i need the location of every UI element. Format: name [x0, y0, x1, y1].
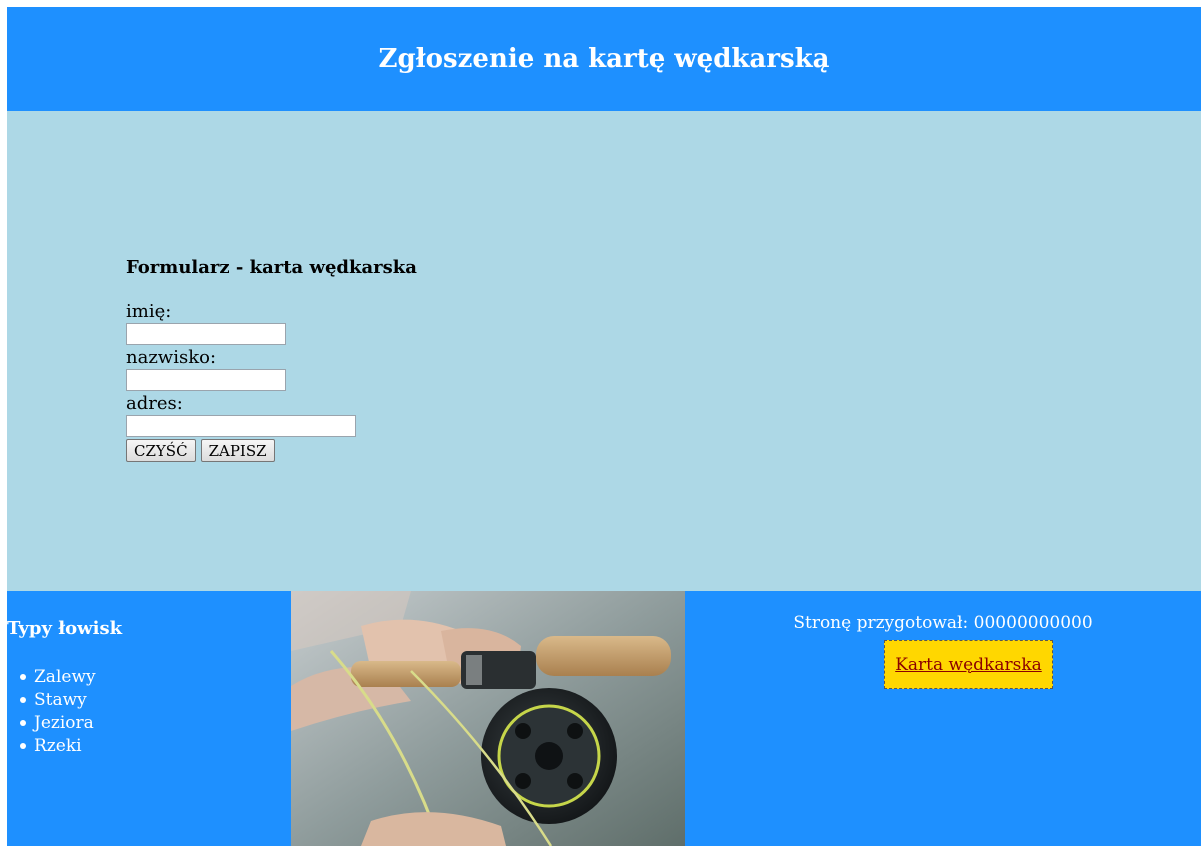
fishing-reel-photo: [291, 591, 685, 846]
page-title: Zgłoszenie na kartę wędkarską: [378, 44, 830, 74]
fishing-types-panel: Typy łowisk Zalewy Stawy Jeziora Rzeki: [7, 591, 291, 846]
fishing-types-list: Zalewy Stawy Jeziora Rzeki: [7, 666, 96, 758]
card-link-box: Karta wędkarska: [884, 640, 1053, 689]
list-item: Jeziora: [20, 713, 94, 733]
first-name-input[interactable]: [126, 323, 286, 345]
fishing-card-link[interactable]: Karta wędkarska: [895, 655, 1042, 675]
fishing-card-form: Formularz - karta wędkarska imię: nazwis…: [126, 257, 546, 462]
main-section: Formularz - karta wędkarska imię: nazwis…: [7, 111, 1201, 591]
first-name-label: imię:: [126, 301, 172, 322]
form-buttons: CZYŚĆ ZAPISZ: [126, 439, 546, 462]
save-button[interactable]: ZAPISZ: [200, 439, 275, 462]
clear-button[interactable]: CZYŚĆ: [126, 439, 196, 462]
last-name-input[interactable]: [126, 369, 286, 391]
author-panel: Stronę przygotował: 00000000000 Karta wę…: [685, 591, 1201, 846]
last-name-label: nazwisko:: [126, 347, 217, 368]
author-text: Stronę przygotował: 00000000000: [793, 613, 1093, 633]
address-input[interactable]: [126, 415, 356, 437]
page-header: Zgłoszenie na kartę wędkarską: [7, 7, 1201, 111]
fishing-reel-illustration: [291, 591, 685, 846]
list-item: Zalewy: [20, 667, 96, 687]
address-label: adres:: [126, 393, 183, 414]
form-heading: Formularz - karta wędkarska: [126, 257, 417, 278]
fishing-types-heading: Typy łowisk: [7, 618, 123, 639]
list-item: Rzeki: [20, 735, 96, 758]
list-item: Stawy: [20, 689, 96, 712]
